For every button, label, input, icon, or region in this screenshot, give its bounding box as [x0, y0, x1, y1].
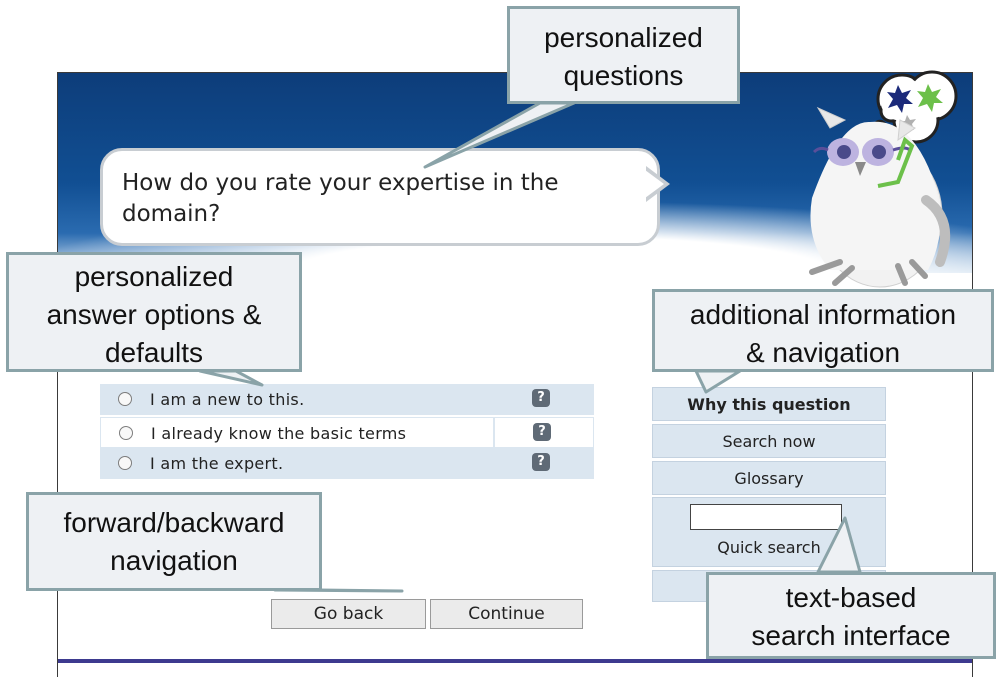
callout-line: additional information	[689, 299, 957, 330]
callout-line: forward/backward	[63, 507, 285, 538]
callout-text-search: text-based search interface	[706, 572, 996, 659]
callout-forward-backward: forward/backward navigation	[26, 492, 322, 591]
callout-personalized-questions: personalized questions	[507, 6, 740, 104]
callout-line: defaults	[104, 337, 204, 368]
callout-line: search interface	[751, 620, 951, 651]
callout-line: & navigation	[745, 337, 901, 368]
callout-line: answer options &	[46, 299, 262, 330]
callout-additional-info: additional information & navigation	[652, 289, 994, 372]
callout-line: text-based	[785, 582, 917, 613]
callout-line: personalized	[544, 22, 703, 53]
callout-answer-options: personalized answer options & defaults	[6, 252, 302, 372]
callout-line: navigation	[110, 545, 238, 576]
callout-line: personalized	[74, 261, 234, 292]
callout-line: questions	[563, 60, 684, 91]
